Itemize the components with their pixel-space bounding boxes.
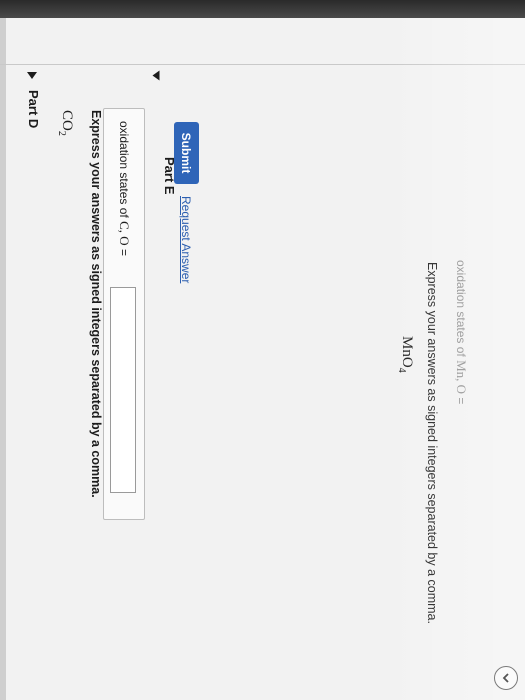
- request-answer-link[interactable]: Request Answer: [179, 196, 193, 283]
- part-e-field-label: oxidation states of Mn, O =: [453, 260, 469, 404]
- chevron-left-icon: [502, 673, 509, 683]
- part-d-formula: CO2: [56, 110, 75, 136]
- part-e-field-label-equals: =: [454, 394, 468, 405]
- part-e-formula-main: MnO: [399, 336, 415, 368]
- part-d-answer-input[interactable]: [110, 287, 136, 493]
- part-e-field-label-text: oxidation states of: [454, 260, 468, 361]
- part-e-formula: MnO4: [396, 336, 415, 373]
- collapse-caret-icon[interactable]: [27, 72, 37, 79]
- submit-button[interactable]: Submit: [174, 122, 199, 184]
- previous-part-button[interactable]: [494, 666, 518, 690]
- part-d-field-label-math: C, O: [117, 221, 132, 246]
- part-e-field-label-math: Mn, O: [454, 360, 469, 395]
- part-d-formula-subscript: 2: [56, 130, 67, 136]
- expand-caret-icon[interactable]: [152, 70, 160, 81]
- part-d-formula-main: CO: [59, 110, 75, 131]
- part-d-field-label-equals: =: [117, 245, 131, 256]
- part-d-field-label-text: oxidation states of: [117, 121, 131, 222]
- part-d-title[interactable]: Part D: [26, 90, 41, 128]
- part-e-formula-subscript: 4: [396, 367, 407, 373]
- part-e-instructions: Express your answers as signed integers …: [425, 262, 439, 624]
- part-d-field-label: oxidation states of C, O =: [116, 121, 132, 256]
- part-d-instructions: Express your answers as signed integers …: [89, 110, 103, 498]
- part-d-answer-area: oxidation states of C, O =: [103, 108, 145, 520]
- part-e-title[interactable]: Part E: [162, 157, 177, 195]
- assignment-content: Part D CO2 Express your answers as signe…: [0, 0, 525, 700]
